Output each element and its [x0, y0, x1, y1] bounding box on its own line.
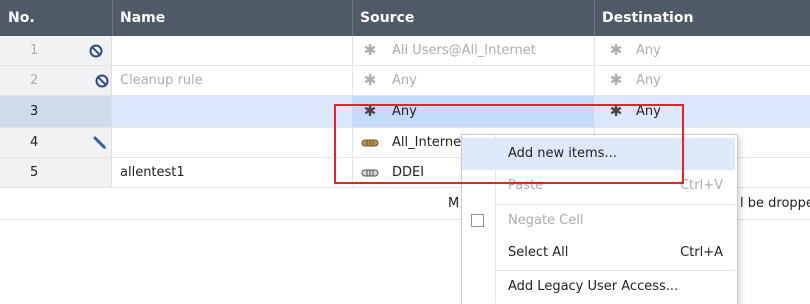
table-row[interactable]: 2 Cleanup rule ✱ Any ✱ Any	[0, 66, 810, 96]
network-object-icon	[360, 128, 380, 157]
source-cell[interactable]: ✱ All Users@All_Internet	[352, 36, 594, 65]
destination-cell[interactable]: ✱ Any	[594, 36, 810, 65]
row-number-cell[interactable]: 2	[0, 66, 112, 95]
rule-name-cell[interactable]	[112, 36, 352, 65]
asterisk-icon: ✱	[609, 71, 623, 89]
column-header-no[interactable]: No.	[0, 0, 112, 36]
source-value: All_Interne	[392, 135, 462, 150]
source-value: Any	[392, 104, 417, 119]
menu-item-label: Select All	[508, 245, 569, 260]
source-cell-selected[interactable]: ✱ Any	[352, 96, 594, 127]
rule-name	[112, 43, 120, 58]
table-row-selected[interactable]: 3 ✱ Any ✱ Any	[0, 96, 810, 128]
rule-table-screen: No. Name Source Destination 1 ✱ All User…	[0, 0, 810, 304]
destination-value: Any	[636, 73, 661, 88]
pencil-icon[interactable]	[92, 128, 108, 157]
menu-item-add-new-items[interactable]: Add new items...	[462, 138, 735, 170]
row-number-cell[interactable]: 1	[0, 36, 112, 65]
destination-value: Any	[636, 104, 661, 119]
destination-cell[interactable]: ✱ Any	[594, 96, 810, 127]
rule-name: Cleanup rule	[120, 73, 203, 88]
context-menu: Add new items... Paste Ctrl+V Negate Cel…	[461, 134, 738, 304]
row-number: 4	[30, 135, 39, 150]
rule-name-cell[interactable]	[112, 128, 352, 157]
asterisk-icon: ✱	[363, 41, 377, 59]
menu-item-shortcut: Ctrl+A	[680, 245, 723, 260]
column-header-name[interactable]: Name	[112, 0, 352, 36]
checkbox-icon[interactable]	[471, 214, 484, 227]
menu-item-label: Paste	[508, 178, 544, 193]
source-value: Any	[392, 73, 417, 88]
rule-name-cell[interactable]: allentest1	[112, 158, 352, 187]
menu-item-add-legacy-user-access[interactable]: Add Legacy User Access...	[462, 271, 735, 303]
source-value: All Users@All_Internet	[392, 43, 536, 58]
column-header-source[interactable]: Source	[352, 0, 594, 36]
asterisk-icon: ✱	[609, 102, 623, 120]
row-number: 2	[30, 73, 39, 88]
table-row[interactable]: 1 ✱ All Users@All_Internet ✱ Any	[0, 36, 810, 66]
menu-item-select-all[interactable]: Select All Ctrl+A	[462, 237, 735, 269]
menu-item-label: Add new items...	[508, 146, 617, 161]
source-value: DDEI	[392, 165, 425, 180]
footer-text-left: M	[448, 196, 460, 211]
source-cell[interactable]: ✱ Any	[352, 66, 594, 95]
row-number: 3	[30, 104, 39, 119]
footer-text-right: l be droppe	[740, 196, 810, 211]
menu-item-shortcut: Ctrl+V	[680, 178, 723, 193]
column-header-destination[interactable]: Destination	[594, 0, 810, 36]
block-icon	[94, 66, 110, 95]
row-number-cell[interactable]: 5	[0, 158, 112, 187]
network-object-icon	[360, 158, 380, 187]
rule-name: allentest1	[120, 165, 185, 180]
destination-cell[interactable]: ✱ Any	[594, 66, 810, 95]
menu-item-negate-cell[interactable]: Negate Cell	[462, 205, 735, 237]
row-number: 1	[30, 43, 39, 58]
row-number-cell[interactable]: 4	[0, 128, 112, 157]
rule-name-cell[interactable]: Cleanup rule	[112, 66, 352, 95]
destination-value: Any	[636, 43, 661, 58]
block-icon	[88, 36, 104, 65]
asterisk-icon: ✱	[363, 102, 377, 120]
row-number-cell[interactable]: 3	[0, 96, 112, 127]
menu-item-paste[interactable]: Paste Ctrl+V	[462, 170, 735, 202]
row-number: 5	[30, 165, 39, 180]
asterisk-icon: ✱	[609, 41, 623, 59]
menu-item-label: Add Legacy User Access...	[508, 279, 679, 294]
menu-item-label: Negate Cell	[508, 213, 584, 228]
asterisk-icon: ✱	[363, 71, 377, 89]
rule-name-cell[interactable]	[112, 96, 352, 125]
table-header: No. Name Source Destination	[0, 0, 810, 36]
